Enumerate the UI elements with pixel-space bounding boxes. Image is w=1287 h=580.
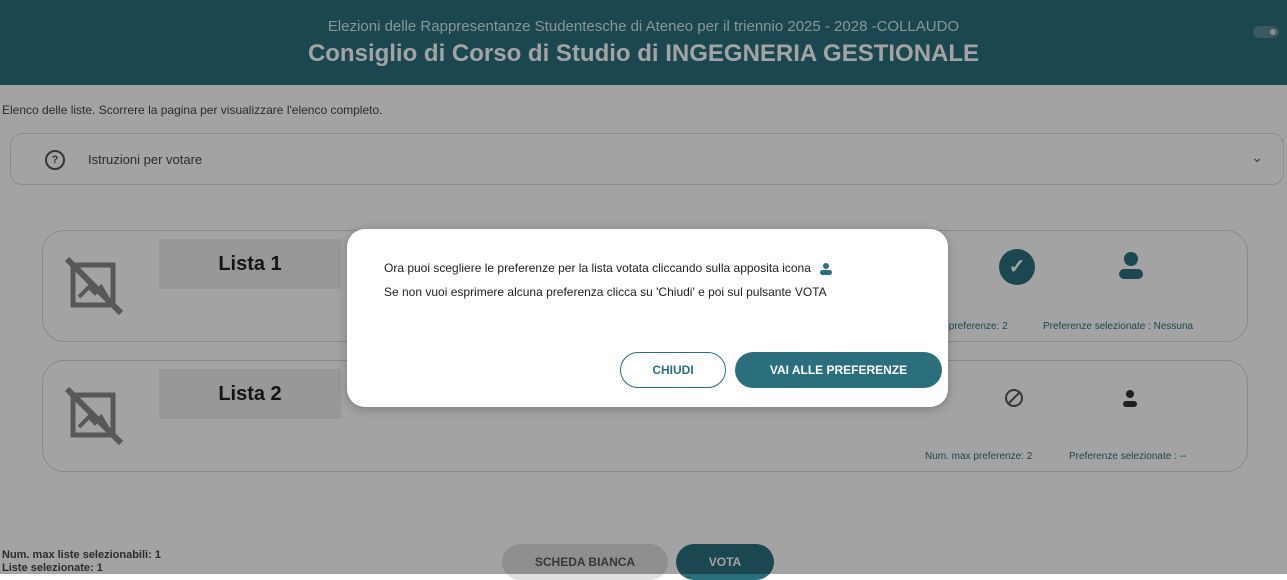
close-button[interactable]: CHIUDI [620, 352, 726, 388]
voting-page: Elezioni delle Rappresentanze Studentesc… [0, 0, 1287, 580]
dialog-line-1-text: Ora puoi scegliere le preferenze per la … [384, 261, 811, 275]
dialog-line-1: Ora puoi scegliere le preferenze per la … [384, 261, 834, 276]
go-to-preferences-button[interactable]: VAI ALLE PREFERENZE [735, 352, 942, 388]
preferences-dialog: Ora puoi scegliere le preferenze per la … [347, 229, 948, 407]
person-icon [820, 262, 833, 275]
dialog-line-2: Se non vuoi esprimere alcuna preferenza … [384, 285, 827, 299]
